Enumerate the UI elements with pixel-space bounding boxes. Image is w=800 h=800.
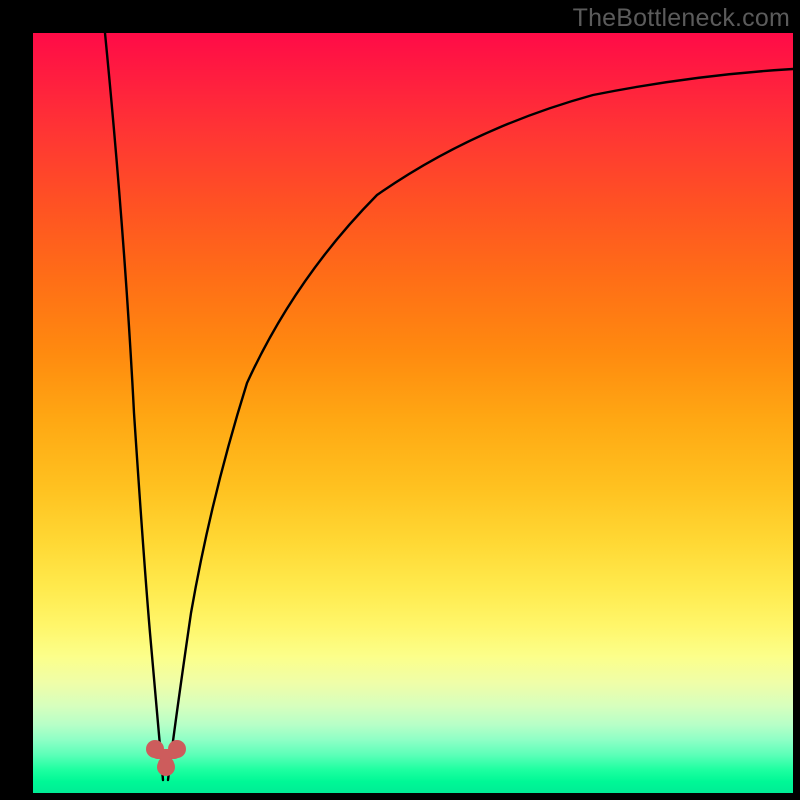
min-left-dot xyxy=(146,740,164,758)
right-branch-path xyxy=(168,69,793,780)
plot-area xyxy=(33,33,793,793)
black-frame: TheBottleneck.com xyxy=(0,0,800,800)
chart-curves xyxy=(33,33,793,793)
left-branch-path xyxy=(105,33,163,780)
watermark-text: TheBottleneck.com xyxy=(573,4,790,33)
min-bottom-dot xyxy=(157,758,175,776)
min-right-dot xyxy=(168,740,186,758)
